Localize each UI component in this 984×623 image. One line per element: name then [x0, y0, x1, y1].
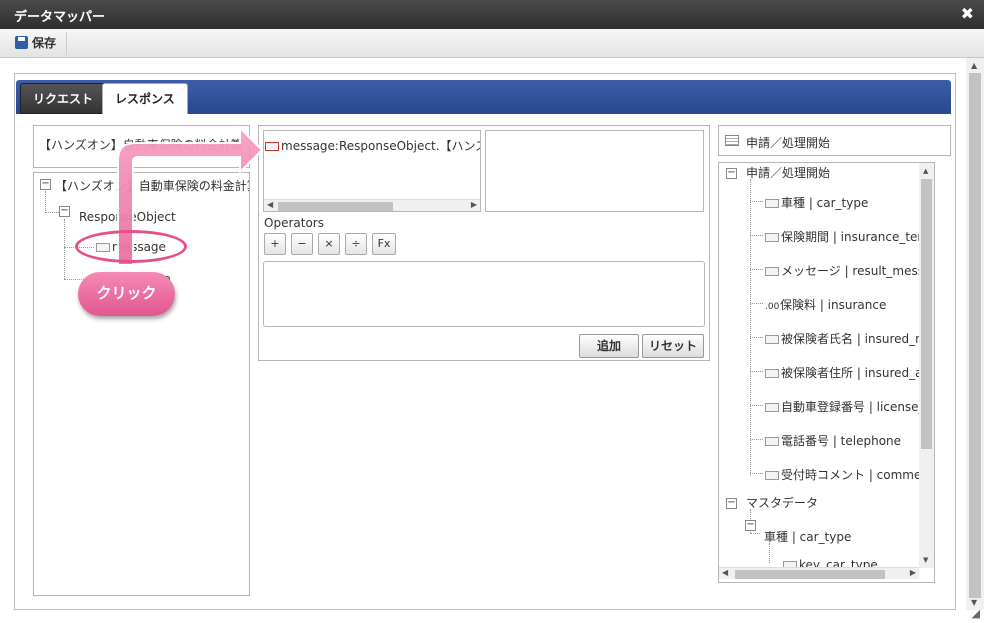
target-selector-text: 申請／処理開始 — [746, 136, 831, 150]
highlight-oval-annotation — [75, 230, 187, 263]
click-callout: クリック — [78, 272, 175, 316]
tree-vertical-scrollbar[interactable]: ▲ ▼ — [919, 163, 934, 568]
target-item-label: 自動車登録番号 | license_plate — [781, 400, 934, 414]
scroll-left-arrow-icon[interactable]: ◀ — [722, 568, 728, 577]
divide-button[interactable]: ÷ — [345, 233, 367, 255]
expression-item-message[interactable]: message:ResponseObject.【ハンズオン】自動車保険の料金計算 — [265, 137, 480, 154]
numeric-field-icon: .00 — [765, 302, 780, 312]
field-icon — [265, 142, 279, 151]
field-icon — [765, 369, 779, 378]
field-icon — [765, 267, 779, 276]
target-item-label: 電話番号 | telephone — [781, 434, 902, 448]
reset-button[interactable]: リセット — [642, 334, 704, 358]
target-item[interactable]: 電話番号 | telephone — [765, 432, 901, 449]
scroll-down-arrow-icon[interactable]: ▼ — [971, 598, 977, 607]
save-button[interactable]: 保存 — [9, 32, 68, 55]
target-item-label: 保険料 | insurance — [780, 298, 887, 312]
list-icon — [725, 135, 739, 146]
tab-request[interactable]: リクエスト — [20, 83, 107, 114]
tree-group-shinsei[interactable]: 申請／処理開始 — [746, 164, 830, 181]
scroll-up-arrow-icon[interactable]: ▲ — [923, 167, 928, 175]
target-item-label: 保険期間 | insurance_term — [781, 230, 934, 244]
horizontal-scrollbar[interactable]: ◀ ▶ — [264, 199, 480, 211]
horizontal-scrollbar[interactable]: ◀ ▶ — [719, 567, 919, 579]
target-item[interactable]: .00保険料 | insurance — [765, 296, 886, 313]
collapse-icon[interactable]: − — [745, 520, 756, 531]
expression-item-list: message:ResponseObject.【ハンズオン】自動車保険の料金計算… — [263, 130, 481, 212]
scroll-up-arrow-icon[interactable]: ▲ — [971, 61, 977, 70]
target-item-label: メッセージ | result_message — [781, 264, 935, 278]
target-selector[interactable]: 申請／処理開始 — [718, 125, 951, 156]
expression-preview — [485, 130, 704, 212]
scrollbar-thumb[interactable] — [735, 570, 885, 579]
add-button[interactable]: 追加 — [579, 334, 639, 358]
tab-bar: リクエスト レスポンス — [16, 80, 951, 114]
field-icon — [765, 403, 779, 412]
save-button-label: 保存 — [32, 36, 57, 50]
target-item[interactable]: 被保険者氏名 | insured_name — [765, 330, 935, 347]
field-icon — [765, 437, 779, 446]
scrollbar-thumb[interactable] — [278, 202, 393, 211]
tab-response[interactable]: レスポンス — [102, 83, 188, 114]
scroll-left-arrow-icon[interactable]: ◀ — [267, 200, 273, 209]
resize-grip-icon[interactable]: ◢ — [972, 607, 980, 620]
scroll-down-arrow-icon[interactable]: ▼ — [923, 556, 928, 564]
tree-subgroup-car-type[interactable]: 車種 | car_type — [764, 528, 851, 545]
scroll-right-arrow-icon[interactable]: ▶ — [471, 200, 477, 209]
target-item-label: 被保険者住所 | insured_address — [781, 366, 934, 380]
field-icon — [765, 233, 779, 242]
collapse-icon[interactable]: − — [726, 498, 737, 509]
field-icon — [765, 335, 779, 344]
target-item-label: 被保険者氏名 | insured_name — [781, 332, 935, 346]
minus-button[interactable]: − — [291, 233, 313, 255]
scroll-right-arrow-icon[interactable]: ▶ — [910, 568, 916, 577]
source-selector-text: 【ハンズオン】自動車保険の料金計算 — [39, 138, 243, 152]
field-icon — [765, 199, 779, 208]
expression-item-label: message:ResponseObject.【ハンズオン】自動車保険の料金計算 — [281, 139, 480, 153]
scrollbar-thumb[interactable] — [969, 73, 981, 598]
collapse-icon[interactable]: − — [40, 179, 51, 190]
target-item[interactable]: メッセージ | result_message — [765, 262, 935, 279]
window-title: データマッパー — [14, 10, 106, 25]
expression-editor[interactable] — [263, 261, 705, 327]
window-titlebar: データマッパー ✖ — [0, 0, 984, 29]
tree-node-responseobject[interactable]: ResponseObject — [79, 210, 176, 224]
operators-label: Operators — [264, 216, 324, 230]
collapse-icon[interactable]: − — [59, 206, 70, 217]
function-button[interactable]: Fx — [372, 233, 396, 255]
toolbar: 保存 — [0, 29, 984, 58]
target-item-label: 受付時コメント | comment — [781, 468, 934, 482]
plus-button[interactable]: + — [264, 233, 286, 255]
tree-group-master[interactable]: マスタデータ — [746, 494, 818, 511]
scrollbar-thumb[interactable] — [921, 179, 932, 449]
source-selector[interactable]: 【ハンズオン】自動車保険の料金計算 — [33, 125, 250, 168]
tree-root[interactable]: 【ハンズオン】自動車保険の料金計算 — [55, 177, 249, 194]
multiply-button[interactable]: × — [318, 233, 340, 255]
collapse-icon[interactable]: − — [726, 168, 737, 179]
target-item-label: 車種 | car_type — [781, 196, 869, 210]
target-item[interactable]: 被保険者住所 | insured_address — [765, 364, 934, 381]
close-icon[interactable]: ✖ — [961, 4, 974, 23]
target-item[interactable]: 車種 | car_type — [765, 194, 868, 211]
target-item[interactable]: 保険期間 | insurance_term — [765, 228, 934, 245]
field-icon — [765, 471, 779, 480]
target-tree: − 申請／処理開始 車種 | car_type 保険期間 | insurance… — [718, 162, 935, 583]
target-item[interactable]: 受付時コメント | comment — [765, 466, 934, 483]
main-vertical-scrollbar[interactable]: ▲ ▼ — [966, 58, 984, 610]
floppy-disk-icon — [15, 36, 28, 49]
target-item[interactable]: 自動車登録番号 | license_plate — [765, 398, 934, 415]
